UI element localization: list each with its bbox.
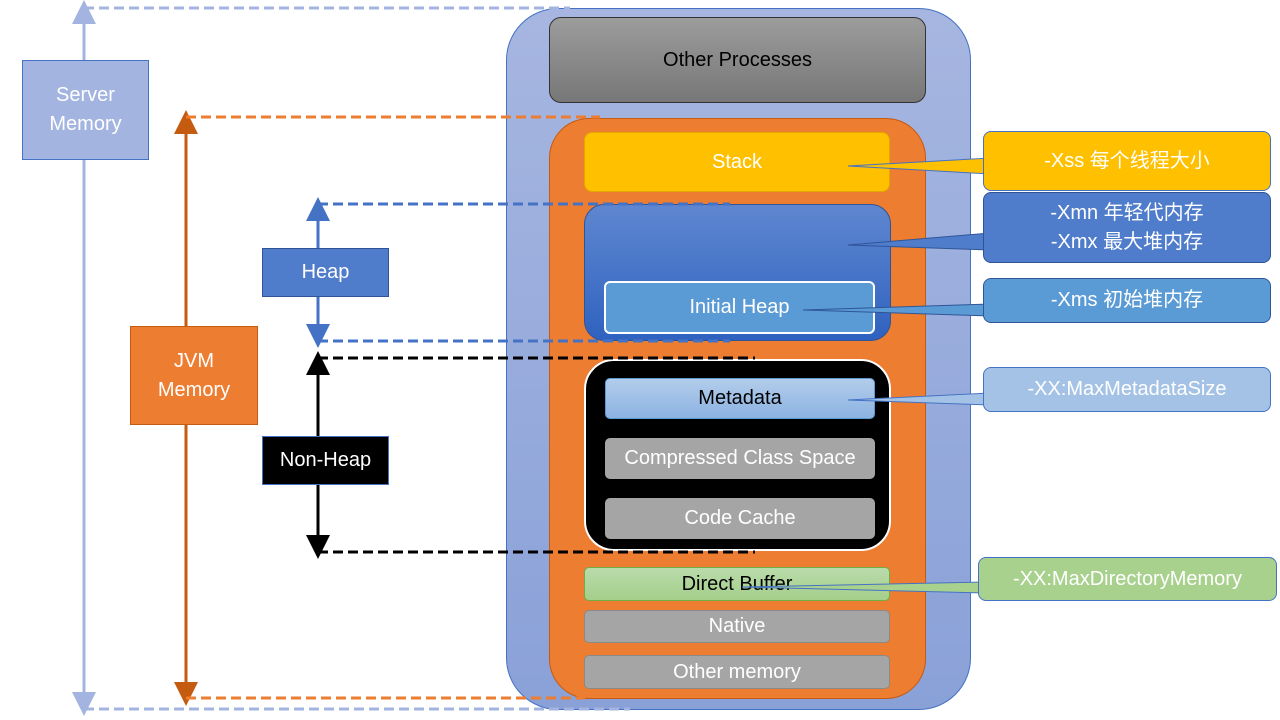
server-memory-line-1: Server [56,84,115,106]
jvm-memory-label: JVM Memory [130,326,258,425]
max-metadata-callout: -XX:MaxMetadataSize [983,367,1271,412]
heap-label: Heap [262,248,389,297]
xms-callout: -Xms 初始堆内存 [983,278,1271,323]
xss-callout: -Xss 每个线程大小 [983,131,1271,191]
xss-callout-tail [847,157,991,175]
xmn-callout-tail [847,232,991,251]
server-memory-label: Server Memory [22,60,149,160]
non-heap-label: Non-Heap [262,436,389,485]
jvm-memory-line-1: JVM [174,349,214,372]
direct-callout-tail [741,581,986,594]
xms-callout-tail [802,303,991,317]
xmx-text: -Xmx 最大堆内存 [1050,230,1204,253]
xmn-text: -Xmn 年轻代内存 [1050,201,1204,224]
max-direct-memory-callout: -XX:MaxDirectoryMemory [978,557,1277,601]
server-memory-line-2: Memory [49,113,122,135]
jvm-memory-line-2: Memory [157,378,231,401]
xmn-xmx-callout: -Xmn 年轻代内存 -Xmx 最大堆内存 [983,192,1271,263]
metadata-callout-tail [847,392,991,406]
